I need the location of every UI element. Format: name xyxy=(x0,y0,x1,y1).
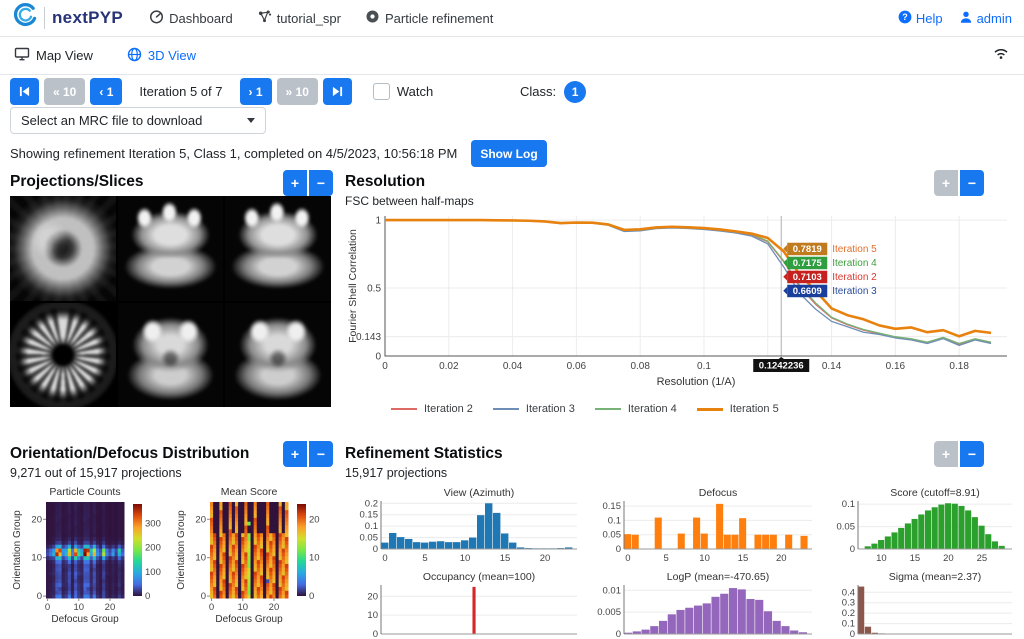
navbar-right: ? Help admin xyxy=(898,10,1012,27)
projection-slices-image xyxy=(10,196,331,407)
view-azimuth-histogram[interactable] xyxy=(345,487,583,567)
resolution-zoom-controls: + − xyxy=(934,170,984,196)
help-link[interactable]: ? Help xyxy=(898,10,943,27)
fsc-chart[interactable] xyxy=(345,208,1017,402)
nextpyp-logo-icon xyxy=(12,3,37,33)
projection-image-cell xyxy=(10,196,116,301)
legend-label: Iteration 3 xyxy=(526,403,575,415)
class-1-badge[interactable]: 1 xyxy=(564,81,586,103)
projection-image-cell xyxy=(225,303,331,408)
nav-item-label: Particle refinement xyxy=(385,11,493,26)
nav-item-label: tutorial_spr xyxy=(277,11,341,26)
globe-icon xyxy=(127,47,142,65)
iteration-controls: « 10 ‹ 1 Iteration 5 of 7 › 1 » 10 Watch xyxy=(10,78,433,105)
forward-10-button[interactable]: » 10 xyxy=(277,78,318,105)
statistics-panel-title: Refinement Statistics xyxy=(345,445,503,463)
brand[interactable]: nextPYP xyxy=(12,3,123,33)
svg-text:?: ? xyxy=(902,12,908,22)
watch-checkbox[interactable] xyxy=(373,83,390,100)
fsc-subtitle: FSC between half-maps xyxy=(345,194,474,208)
monitor-icon xyxy=(14,47,30,64)
distribution-zoom-out-button[interactable]: − xyxy=(309,441,333,467)
legend-item[interactable]: Iteration 3 xyxy=(493,403,575,415)
distribution-zoom-in-button[interactable]: + xyxy=(283,441,307,467)
resolution-panel-title: Resolution xyxy=(345,173,425,191)
score-histogram[interactable] xyxy=(822,487,1018,567)
iteration-label: Iteration 5 of 7 xyxy=(139,84,222,99)
fsc-legend: Iteration 2 Iteration 3 Iteration 4 Iterati… xyxy=(345,403,1017,415)
legend-item[interactable]: Iteration 4 xyxy=(595,403,677,415)
distribution-subtitle: 9,271 out of 15,917 projections xyxy=(10,466,182,480)
show-log-button[interactable]: Show Log xyxy=(471,140,546,167)
top-navbar: nextPYP Dashboard tutorial_spr Particle … xyxy=(0,0,1024,37)
particle-refinement-icon xyxy=(365,9,380,27)
tab-map-view[interactable]: Map View xyxy=(14,47,93,64)
watch-control: Watch xyxy=(373,83,433,100)
nav-item-block[interactable]: Particle refinement xyxy=(365,9,493,27)
mrc-select-value: Select an MRC file to download xyxy=(21,113,202,128)
resolution-zoom-out-button[interactable]: − xyxy=(960,170,984,196)
legend-label: Iteration 2 xyxy=(424,403,473,415)
watch-label: Watch xyxy=(397,84,433,99)
user-icon xyxy=(959,10,973,27)
distribution-zoom-controls: + − xyxy=(283,441,333,467)
help-label: Help xyxy=(916,11,943,26)
nav-item-label: Dashboard xyxy=(169,11,233,26)
legend-item[interactable]: Iteration 2 xyxy=(391,403,473,415)
mrc-file-select[interactable]: Select an MRC file to download xyxy=(10,107,266,134)
logp-histogram[interactable] xyxy=(588,571,818,639)
statistics-zoom-in-button[interactable]: + xyxy=(934,441,958,467)
app-root: nextPYP Dashboard tutorial_spr Particle … xyxy=(0,0,1024,639)
statistics-zoom-controls: + − xyxy=(934,441,984,467)
class-label: Class: xyxy=(520,84,556,99)
class-selector: Class: 1 xyxy=(520,78,586,105)
tab-label: 3D View xyxy=(148,48,196,63)
back-10-button[interactable]: « 10 xyxy=(44,78,85,105)
tab-label: Map View xyxy=(36,48,93,63)
project-nodes-icon xyxy=(257,9,272,27)
legend-item[interactable]: Iteration 5 xyxy=(697,403,779,415)
legend-line-swatch xyxy=(493,408,519,410)
nav-item-dashboard[interactable]: Dashboard xyxy=(149,9,233,27)
stream-icon[interactable] xyxy=(992,46,1010,65)
particle-counts-heatmap[interactable] xyxy=(12,486,174,639)
projections-zoom-in-button[interactable]: + xyxy=(283,170,307,196)
tab-3d-view[interactable]: 3D View xyxy=(127,47,196,65)
user-label: admin xyxy=(977,11,1012,26)
view-tabbar: Map View 3D View xyxy=(0,37,1024,75)
distribution-panel-title: Orientation/Defocus Distribution xyxy=(10,445,249,463)
nav-item-project[interactable]: tutorial_spr xyxy=(257,9,341,27)
legend-label: Iteration 4 xyxy=(628,403,677,415)
projections-zoom-out-button[interactable]: − xyxy=(309,170,333,196)
chevron-down-icon xyxy=(247,118,255,123)
forward-1-button[interactable]: › 1 xyxy=(240,78,272,105)
projection-image-cell xyxy=(225,196,331,301)
legend-line-swatch xyxy=(391,408,417,410)
defocus-histogram[interactable] xyxy=(588,487,818,567)
projection-image-cell xyxy=(10,303,116,408)
user-menu[interactable]: admin xyxy=(959,10,1012,27)
occupancy-histogram[interactable] xyxy=(345,571,583,639)
first-iteration-button[interactable] xyxy=(10,78,39,105)
sigma-histogram[interactable] xyxy=(822,571,1018,639)
legend-label: Iteration 5 xyxy=(730,403,779,415)
last-iteration-button[interactable] xyxy=(323,78,352,105)
projection-image-cell xyxy=(118,196,224,301)
help-icon: ? xyxy=(898,10,912,27)
status-text: Showing refinement Iteration 5, Class 1,… xyxy=(10,146,457,161)
statistics-subtitle: 15,917 projections xyxy=(345,466,447,480)
statistics-zoom-out-button[interactable]: − xyxy=(960,441,984,467)
resolution-zoom-in-button[interactable]: + xyxy=(934,170,958,196)
status-row: Showing refinement Iteration 5, Class 1,… xyxy=(10,140,547,167)
brand-divider xyxy=(44,7,45,29)
projection-image-cell xyxy=(118,303,224,408)
legend-line-swatch xyxy=(595,408,621,410)
projections-panel-title: Projections/Slices xyxy=(10,173,144,191)
dashboard-icon xyxy=(149,9,164,27)
legend-line-swatch xyxy=(697,408,723,411)
projections-zoom-controls: + − xyxy=(283,170,333,196)
brand-name: nextPYP xyxy=(52,8,123,28)
back-1-button[interactable]: ‹ 1 xyxy=(90,78,122,105)
mean-score-heatmap[interactable] xyxy=(176,486,338,639)
